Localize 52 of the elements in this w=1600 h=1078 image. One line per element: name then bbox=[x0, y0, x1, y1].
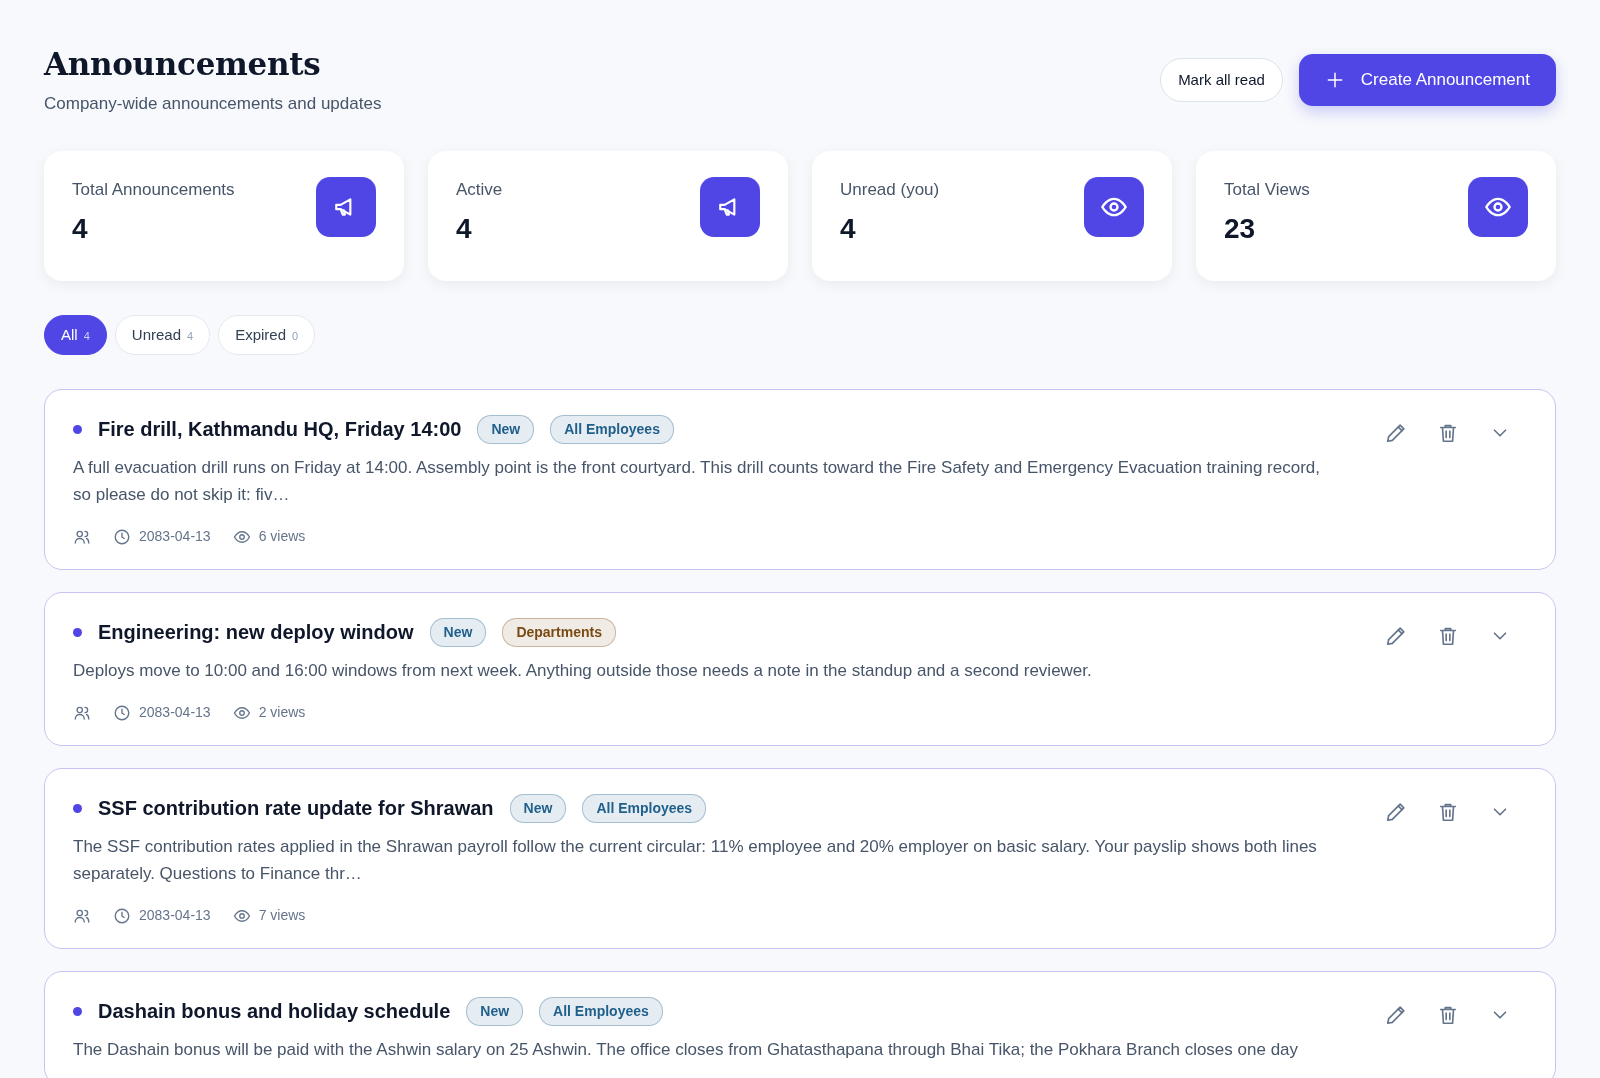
stat-label: Unread (you) bbox=[840, 178, 940, 201]
announcement-title: SSF contribution rate update for Shrawan bbox=[98, 796, 494, 822]
stat-value: 4 bbox=[840, 212, 857, 247]
announcement-body: A full evacuation drill runs on Friday at 14:00. Assembly point is the front courtyard. This drill counts toward the Fire Safety and Emergency Evacuation training record, so please do not skip it: fiv… bbox=[73, 457, 1321, 507]
trash-icon[interactable] bbox=[1437, 801, 1459, 824]
edit-icon[interactable] bbox=[1385, 625, 1407, 648]
audience-tag: New bbox=[477, 414, 535, 444]
audience-tag: New bbox=[429, 617, 487, 647]
edit-icon[interactable] bbox=[1385, 422, 1407, 445]
announcement-body: Deploys move to 10:00 and 16:00 windows from next week. Anything outside those needs a note in the standup and a second reviewer. bbox=[73, 660, 1092, 683]
page-title: Announcements bbox=[44, 46, 322, 84]
megaphone-icon bbox=[316, 176, 376, 237]
trash-icon[interactable] bbox=[1437, 422, 1459, 445]
audience-tag: All Employees bbox=[582, 793, 707, 823]
eye-icon bbox=[1084, 176, 1144, 237]
mark-all-read-button[interactable]: Mark all read bbox=[1160, 57, 1283, 102]
views-count: 7 views bbox=[258, 906, 306, 926]
stat-value: 4 bbox=[72, 212, 89, 247]
audience-tag: New bbox=[466, 996, 524, 1026]
trash-icon[interactable] bbox=[1437, 1004, 1459, 1027]
edit-icon[interactable] bbox=[1385, 801, 1407, 824]
stat-label: Active bbox=[456, 178, 503, 201]
trash-icon[interactable] bbox=[1437, 625, 1459, 648]
filter-tab[interactable]: All 4 bbox=[44, 314, 107, 356]
announcement-title: Engineering: new deploy window bbox=[98, 620, 414, 646]
megaphone-icon bbox=[700, 176, 760, 237]
views-count: 6 views bbox=[258, 527, 306, 547]
views-count: 2 views bbox=[258, 703, 306, 723]
clock-icon bbox=[113, 527, 131, 546]
create-announcement-button[interactable]: Create Announcement bbox=[1298, 54, 1556, 106]
announcement-title: Fire drill, Kathmandu HQ, Friday 14:00 bbox=[98, 417, 462, 443]
edit-icon[interactable] bbox=[1385, 1004, 1407, 1027]
date-text: 2083-04-13 bbox=[139, 527, 211, 547]
page-subtitle: Company-wide announcements and updates bbox=[44, 93, 382, 116]
clock-icon bbox=[113, 703, 131, 722]
stat-label: Total Announcements bbox=[72, 178, 235, 201]
filter-tab[interactable]: Expired 0 bbox=[218, 314, 316, 356]
stat-value: 4 bbox=[456, 212, 473, 247]
clock-icon bbox=[113, 906, 131, 925]
audience-tag: New bbox=[509, 793, 567, 823]
date-text: 2083-04-13 bbox=[139, 703, 211, 723]
date-text: 2083-04-13 bbox=[139, 906, 211, 926]
audience-tag: All Employees bbox=[539, 996, 663, 1026]
eye-icon bbox=[1468, 176, 1528, 237]
announcement-title: Dashain bonus and holiday schedule bbox=[98, 999, 451, 1025]
stat-label: Total Views bbox=[1224, 178, 1310, 201]
announcement-body: The Dashain bonus will be paid with the Ashwin salary on 25 Ashwin. The office closes from Ghatasthapana through Bhai Tika; the Pokhara Branch closes one day bbox=[73, 1039, 1299, 1062]
audience-tag: All Employees bbox=[550, 414, 674, 444]
filter-tab[interactable]: Unread 4 bbox=[114, 314, 211, 356]
stat-value: 23 bbox=[1224, 212, 1257, 247]
audience-tag: Departments bbox=[502, 617, 616, 647]
announcement-body: The SSF contribution rates applied in the Shrawan payroll follow the current circular: 11% employee and 20% employer on basic salary. Your payslip shows both lines separately. Questions to Finance thr… bbox=[73, 836, 1318, 886]
